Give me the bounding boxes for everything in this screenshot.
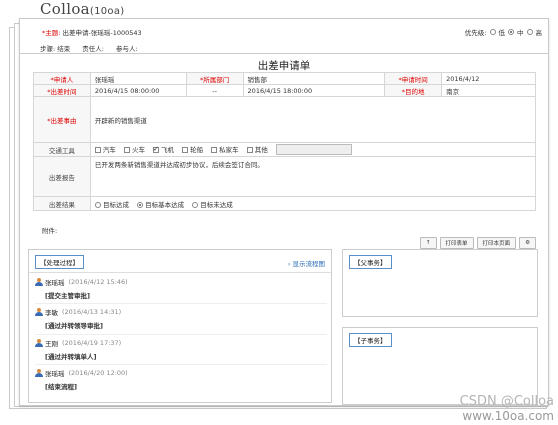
app-logo: Colloa(10oa): [40, 0, 125, 18]
priority-low-label: 低: [498, 29, 506, 37]
process-divider: [29, 272, 331, 273]
destination-label: *目的地: [384, 84, 443, 97]
entry-separator: [35, 303, 327, 304]
watermark-csdn: CSDN @Colloa: [459, 394, 554, 409]
entry-time: (2016/4/20 12:00): [68, 369, 128, 377]
entry-separator: [35, 334, 327, 335]
transport-car-label: 汽车: [102, 145, 116, 154]
entry-action: [结束流程]: [45, 383, 77, 391]
transport-ship-checkbox[interactable]: [182, 146, 189, 153]
transport-plane-checkbox[interactable]: [153, 145, 160, 153]
process-panel-title: 【处理过程】: [35, 255, 84, 269]
request-form-table: *申请人 张瑶瑶 *所属部门 销售部 *申请时间 2016/4/12 *出差时间…: [33, 72, 537, 211]
form-title: 出差申请单: [257, 60, 311, 72]
parent-task-title: 【父事务】: [349, 255, 392, 269]
priority-label: 优先级:: [464, 29, 487, 37]
transport-plane-label: 飞机: [161, 145, 175, 154]
priority-low-radio[interactable]: [489, 29, 496, 35]
user-icon: [35, 339, 43, 347]
parent-task-panel: 【父事务】: [342, 249, 538, 317]
header-divider: [20, 53, 548, 54]
user-icon: [35, 369, 43, 377]
watermark-site: www.10oa.com: [462, 409, 554, 423]
subject-value: 出差申请-张瑶瑶-1000543: [62, 29, 142, 37]
entry-user: 张瑶瑶: [45, 370, 65, 378]
priority-medium-radio[interactable]: [508, 29, 514, 35]
participant-label: 参与人:: [115, 45, 138, 53]
travel-start: 2016/4/15 08:00:00: [89, 84, 187, 97]
result-not-achieved-label: 目标未达成: [200, 200, 233, 209]
user-icon: [35, 308, 43, 316]
report-value: 已开发两条新销售渠道并达成初步协议，后续会签订合同。: [89, 156, 537, 197]
transport-options: 汽车 火车 飞机 轮船 私家车 其他: [89, 142, 537, 157]
transport-label: 交通工具: [33, 142, 91, 157]
child-task-title: 【子事务】: [349, 333, 392, 347]
result-achieved-radio[interactable]: [94, 201, 101, 208]
show-flowchart-link[interactable]: › 显示流程图: [288, 258, 325, 268]
reason-value: 开辟新的销售渠道: [89, 96, 537, 143]
result-not-achieved-radio[interactable]: [192, 201, 199, 208]
process-entry: 张瑶瑶 (2016/4/12 15:46) [提交主管审批]: [35, 277, 325, 300]
print-page-button[interactable]: 打印本页面: [476, 237, 517, 249]
settings-gear-icon[interactable]: ⚙: [519, 237, 536, 249]
transport-private-car-checkbox[interactable]: [211, 146, 218, 153]
entry-action: [通过并转填单人]: [45, 353, 97, 361]
report-label: 出差报告: [33, 156, 91, 197]
result-options: 目标达成 目标基本达成 目标未达成: [89, 196, 537, 211]
applicant-value: 张瑶瑶: [89, 72, 187, 85]
attachment-label: 附件:: [42, 227, 58, 235]
apply-time-label: *申请时间: [384, 72, 443, 85]
apply-time-value: 2016/4/12: [441, 72, 536, 85]
priority-high-label: 高: [535, 29, 543, 37]
transport-private-car-label: 私家车: [219, 145, 239, 154]
step-row: 步骤: 结束 责任人: 参与人:: [40, 43, 138, 53]
entry-time: (2016/4/12 15:46): [68, 278, 128, 286]
priority-selector: 优先级: 低 中 高: [465, 27, 542, 37]
travel-dash: --: [185, 84, 244, 97]
result-mostly-achieved-radio[interactable]: [137, 201, 144, 208]
dept-value: 销售部: [242, 72, 386, 85]
owner-label: 责任人:: [82, 45, 104, 53]
travel-end: 2016/4/15 18:00:00: [242, 84, 386, 97]
transport-ship-label: 轮船: [190, 145, 204, 154]
transport-train-label: 火车: [131, 145, 145, 154]
step-status: 步骤: 结束: [40, 45, 71, 53]
travel-time-label: *出差时间: [33, 84, 91, 97]
process-panel: 【处理过程】 › 显示流程图 张瑶瑶 (2016/4/12 15:46) [提交主…: [28, 249, 332, 403]
process-entry: 张瑶瑶 (2016/4/20 12:00) [结束流程]: [35, 368, 325, 391]
subject-label: *主题:: [42, 29, 61, 37]
result-label: 出差结果: [33, 196, 91, 211]
process-entry: 李敏 (2016/4/13 14:31) [通过并转领导审批]: [35, 307, 325, 330]
process-entry: 王刚 (2016/4/19 17:37) [通过并转填单人]: [35, 338, 325, 361]
entry-user: 张瑶瑶: [45, 279, 65, 287]
result-achieved-label: 目标达成: [102, 200, 129, 209]
entry-time: (2016/4/19 17:37): [62, 339, 122, 347]
transport-car-checkbox[interactable]: [94, 146, 101, 153]
dept-label: *所属部门: [185, 72, 244, 85]
entry-user: 王刚: [45, 340, 58, 348]
destination-value: 南京: [441, 84, 536, 97]
entry-separator: [35, 364, 327, 365]
entry-action: [通过并转领导审批]: [45, 322, 103, 330]
entry-user: 李敏: [45, 309, 58, 317]
watermark: CSDN @Colloa www.10oa.com: [460, 394, 554, 423]
action-toolbar: ↑ 打印表单 打印本页面 ⚙: [419, 237, 536, 249]
applicant-label: *申请人: [33, 72, 91, 85]
subject: *主题: 出差申请-张瑶瑶-1000543: [42, 27, 142, 37]
subject-row: *主题: 出差申请-张瑶瑶-1000543 优先级: 低 中 高: [20, 23, 548, 37]
print-form-button[interactable]: 打印表单: [439, 237, 474, 249]
transport-other-input[interactable]: [275, 144, 352, 156]
result-mostly-achieved-label: 目标基本达成: [145, 200, 185, 209]
user-icon: [35, 278, 43, 286]
priority-medium-label: 中: [517, 29, 524, 37]
transport-other-label: 其他: [254, 145, 268, 154]
transport-train-checkbox[interactable]: [123, 146, 130, 153]
entry-action: [提交主管审批]: [45, 292, 90, 300]
priority-high-radio[interactable]: [526, 29, 533, 35]
reason-label: *出差事由: [33, 96, 91, 143]
request-document: *主题: 出差申请-张瑶瑶-1000543 优先级: 低 中 高 步骤: 结束 …: [19, 18, 549, 406]
scroll-up-button[interactable]: ↑: [419, 237, 437, 249]
transport-other-checkbox[interactable]: [246, 146, 253, 153]
entry-time: (2016/4/13 14:31): [62, 308, 122, 316]
